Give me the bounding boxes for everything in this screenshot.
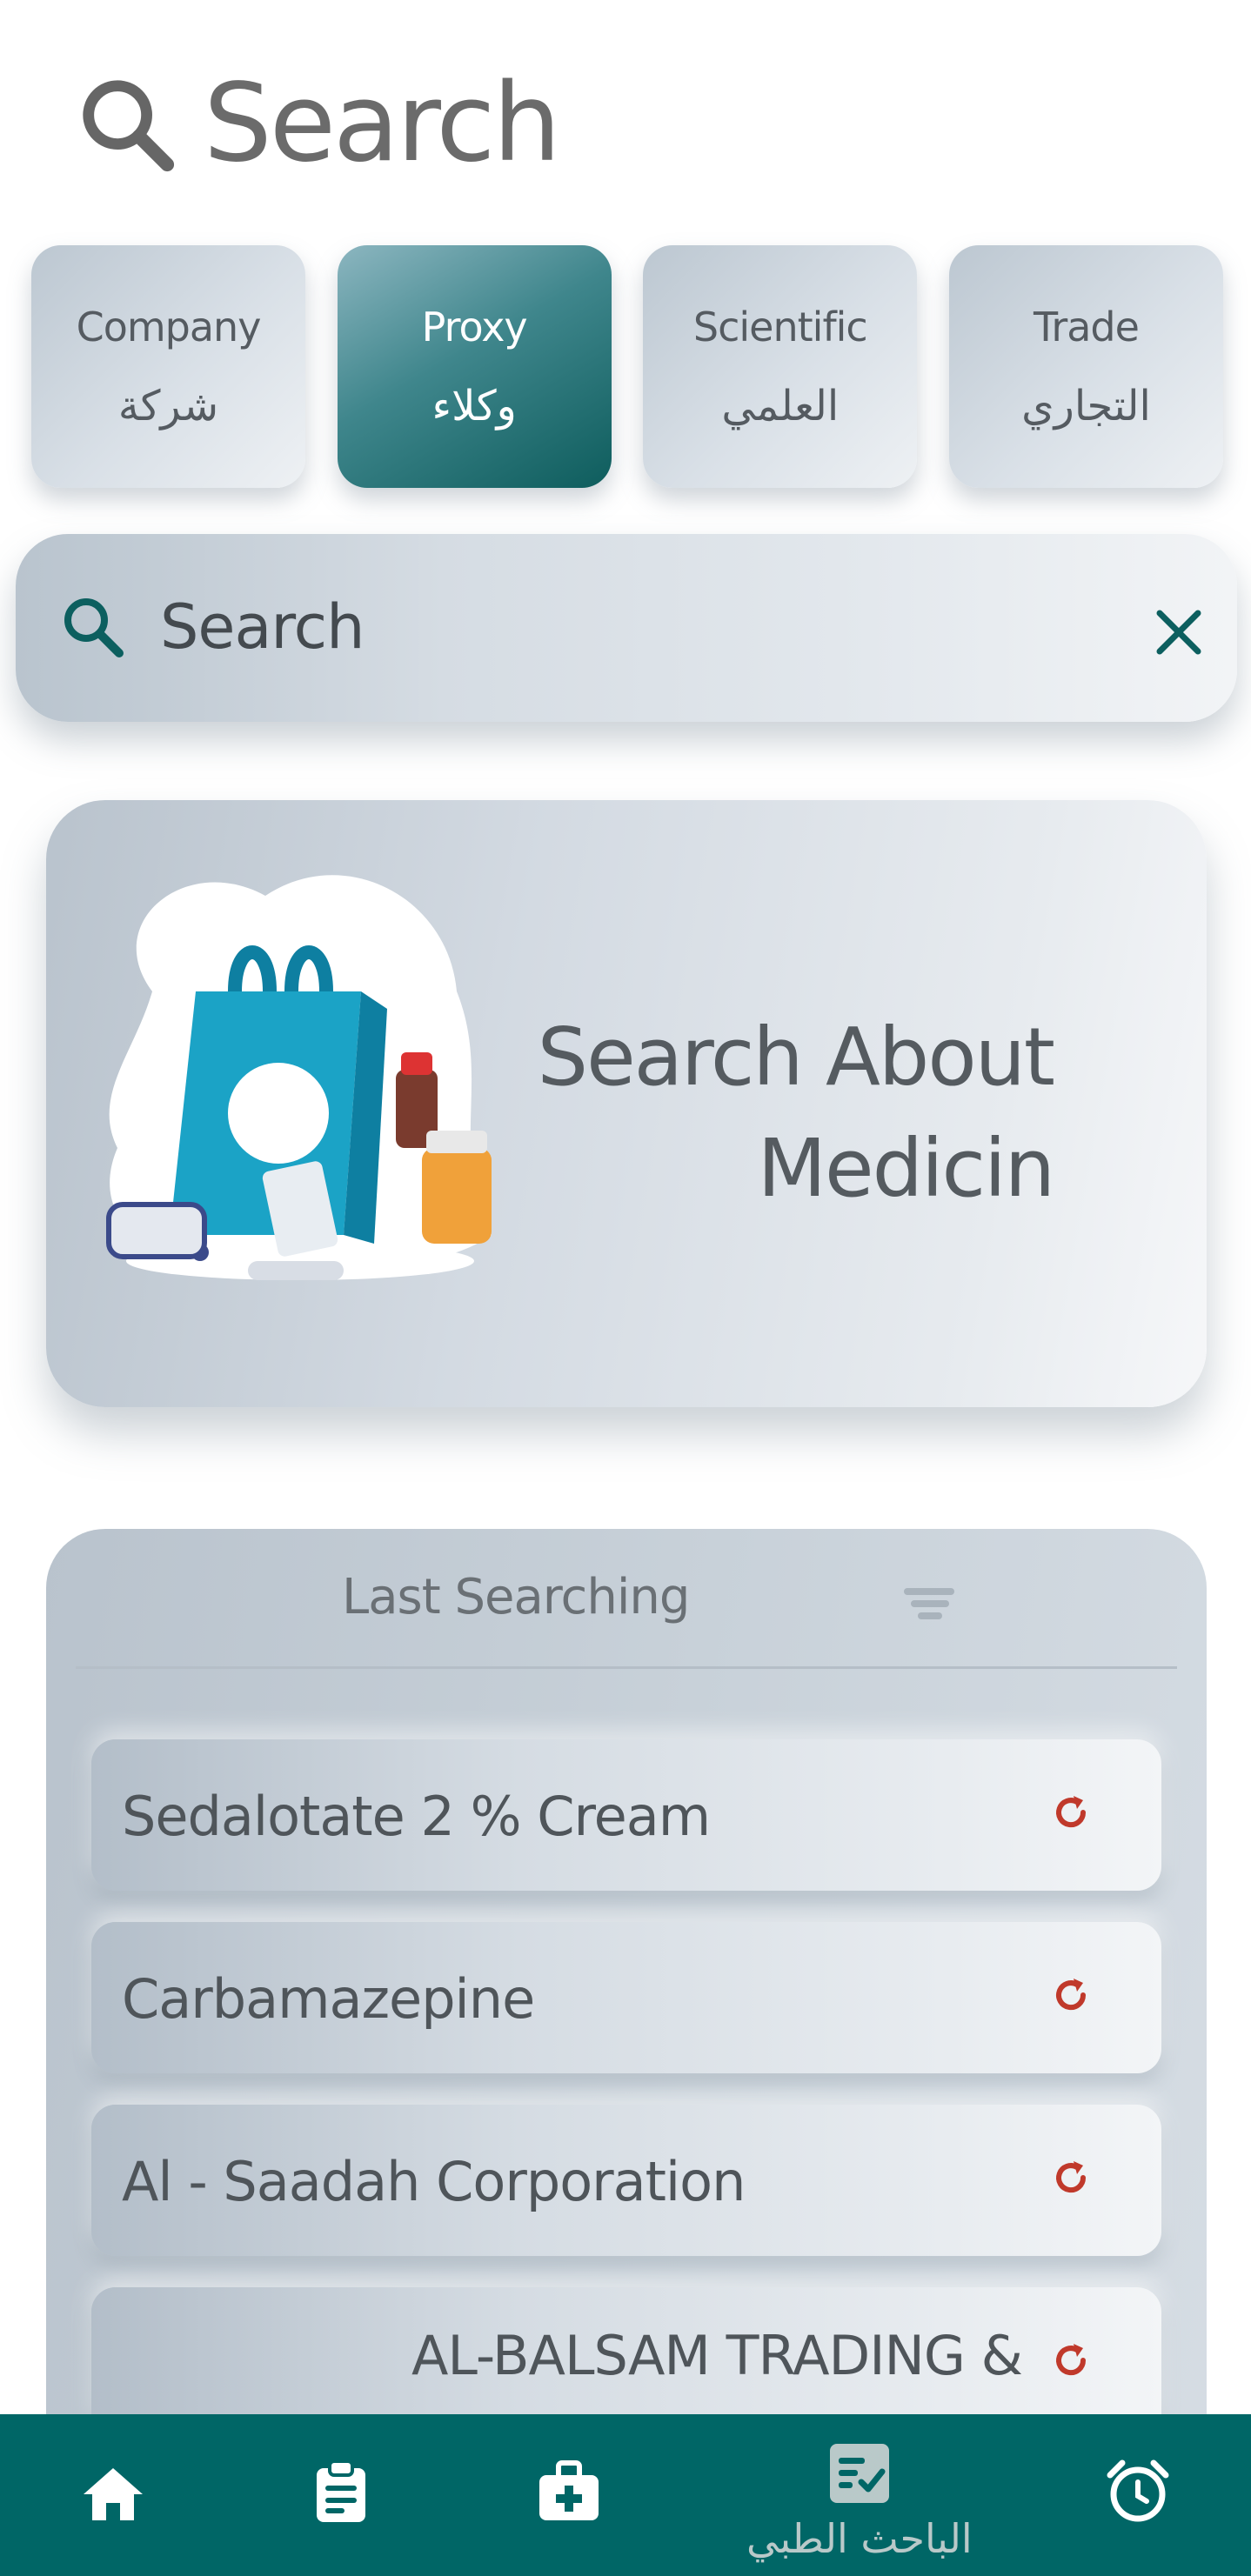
refresh-icon[interactable] bbox=[1050, 2157, 1092, 2199]
home-icon bbox=[84, 2468, 143, 2520]
refresh-icon[interactable] bbox=[1050, 1974, 1092, 2016]
medical-kit-icon bbox=[539, 2460, 599, 2520]
divider bbox=[76, 1666, 1177, 1669]
search-bar[interactable]: Search bbox=[16, 534, 1237, 722]
tab-label-en: Company bbox=[76, 303, 262, 350]
tab-label-en: Trade bbox=[1033, 303, 1140, 350]
recent-search-item[interactable]: Al - Saadah Corporation bbox=[91, 2105, 1161, 2256]
refresh-icon[interactable] bbox=[1050, 1792, 1092, 1833]
recent-searches-header: Last Searching bbox=[46, 1529, 1207, 1668]
search-input[interactable]: Search bbox=[160, 591, 365, 663]
tab-label-ar: وكلاء bbox=[431, 381, 517, 430]
tab-label-en: Proxy bbox=[421, 303, 528, 350]
banner-title-line2: Medicin bbox=[757, 1122, 1055, 1215]
tab-scientific[interactable]: Scientific العلمي bbox=[643, 245, 918, 488]
recent-search-item[interactable]: Sedalotate 2 % Cream bbox=[91, 1739, 1161, 1891]
recent-search-label: Al - Saadah Corporation bbox=[122, 2150, 746, 2213]
sort-lines-icon[interactable] bbox=[899, 1579, 960, 1628]
refresh-icon[interactable] bbox=[1050, 2339, 1092, 2381]
search-banner: Search About Medicin bbox=[46, 800, 1207, 1407]
page-title: Search bbox=[204, 61, 561, 186]
nav-clipboard[interactable] bbox=[308, 2458, 374, 2524]
medicine-bag-illustration bbox=[106, 875, 492, 1280]
nav-home[interactable] bbox=[80, 2461, 146, 2527]
category-tabs: Company شركة Proxy وكلاء Scientific العل… bbox=[31, 245, 1223, 488]
tab-label-ar: شركة bbox=[117, 381, 219, 430]
tab-label-en: Scientific bbox=[692, 303, 868, 350]
page-header: Search bbox=[75, 61, 561, 186]
checklist-icon bbox=[829, 2444, 889, 2503]
recent-search-label: AL-BALSAM TRADING & bbox=[411, 2324, 1023, 2387]
banner-title-line1: Search About bbox=[537, 1011, 1055, 1104]
nav-alarm[interactable] bbox=[1105, 2458, 1171, 2524]
recent-searches-title: Last Searching bbox=[342, 1569, 690, 1625]
close-icon bbox=[1156, 610, 1201, 655]
banner-title: Search About Medicin bbox=[532, 1002, 1055, 1225]
tab-proxy[interactable]: Proxy وكلاء bbox=[337, 245, 612, 488]
clipboard-icon bbox=[317, 2459, 365, 2522]
nav-medical-researcher[interactable]: الباحث الطبي bbox=[746, 2440, 973, 2562]
recent-search-item[interactable]: Carbamazepine bbox=[91, 1922, 1161, 2073]
tab-trade[interactable]: Trade التجاري bbox=[948, 245, 1223, 488]
search-icon bbox=[64, 598, 124, 657]
nav-label: الباحث الطبي bbox=[746, 2515, 973, 2562]
recent-search-label: Carbamazepine bbox=[122, 1967, 535, 2031]
bottom-navigation: الباحث الطبي bbox=[0, 2414, 1251, 2576]
tab-company[interactable]: Company شركة bbox=[31, 245, 305, 488]
search-icon bbox=[83, 80, 175, 172]
tab-label-ar: التجاري bbox=[1021, 381, 1151, 430]
nav-medical-kit[interactable] bbox=[536, 2458, 602, 2524]
search-screen: Search Company شركة Proxy وكلاء Scientif… bbox=[0, 0, 1251, 2576]
alarm-clock-icon bbox=[1107, 2459, 1169, 2522]
recent-search-label: Sedalotate 2 % Cream bbox=[122, 1785, 711, 1848]
tab-label-ar: العلمي bbox=[721, 381, 840, 430]
clear-search-button[interactable] bbox=[1131, 584, 1227, 680]
